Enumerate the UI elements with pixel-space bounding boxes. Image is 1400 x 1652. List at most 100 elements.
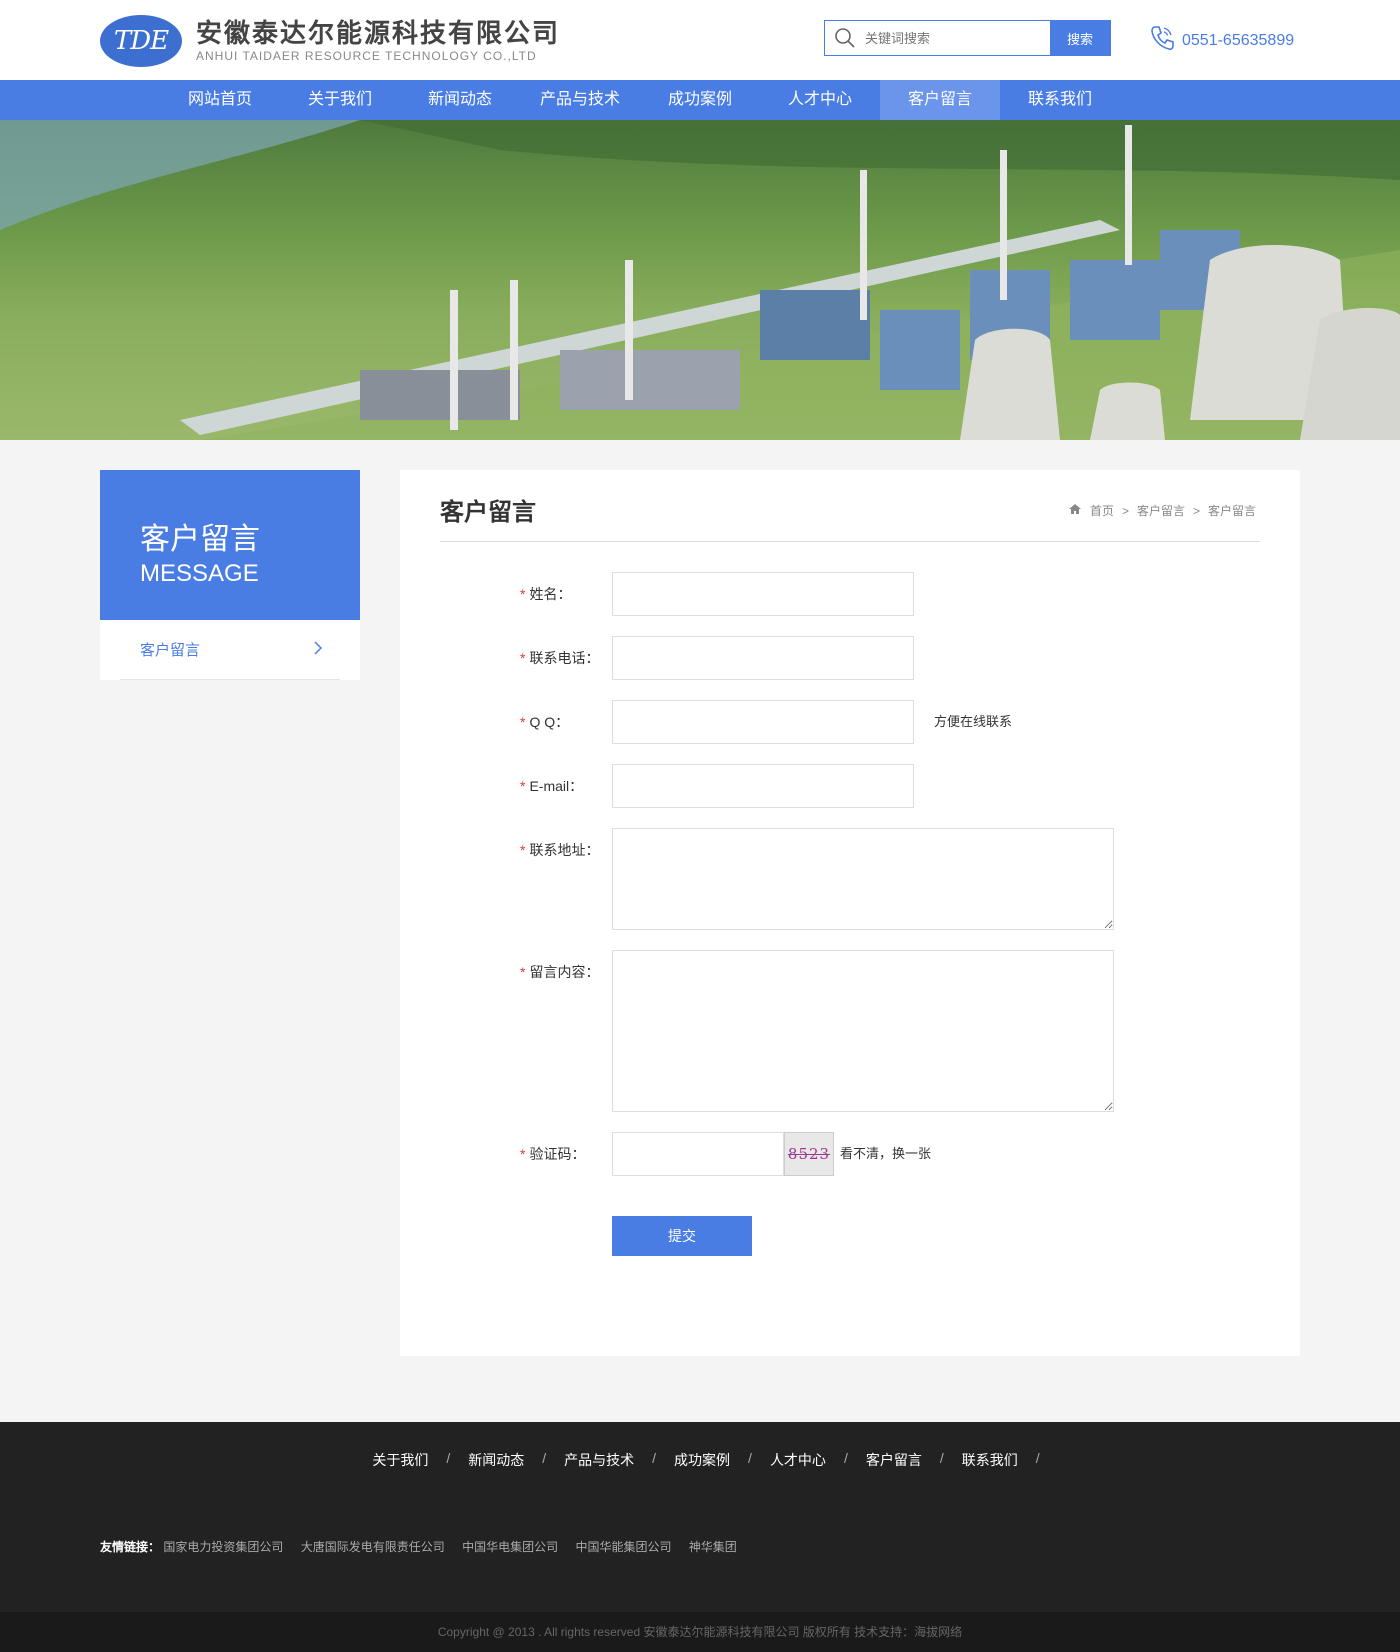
breadcrumb-home[interactable]: 首页 [1090, 502, 1114, 519]
friend-link[interactable]: 国家电力投资集团公司 [163, 1540, 283, 1554]
required-star: * [520, 1146, 526, 1162]
footer-nav: 关于我们 / 新闻动态 / 产品与技术 / 成功案例 / 人才中心 / 客户留言 / 联系我… [0, 1422, 1400, 1470]
sidebar-item-message[interactable]: 客户留言 [120, 620, 340, 680]
friend-link[interactable]: 中国华能集团公司 [575, 1540, 671, 1554]
form-row-address: * 联系地址： [440, 828, 1260, 930]
email-field[interactable] [612, 764, 914, 808]
sidebar: 客户留言 MESSAGE 客户留言 [100, 470, 360, 680]
footer-separator: / [939, 1450, 944, 1466]
phone-label-text: 联系电话： [529, 650, 600, 666]
name-label: * 姓名： [440, 572, 612, 616]
footer-separator: / [542, 1450, 547, 1466]
search-input[interactable] [865, 21, 1050, 55]
qq-hint: 方便在线联系 [934, 714, 1013, 729]
name-label-text: 姓名： [529, 586, 572, 602]
message-field[interactable] [612, 950, 1114, 1112]
captcha-refresh-link[interactable]: 看不清，换一张 [840, 1132, 931, 1176]
submit-button[interactable]: 提交 [612, 1216, 752, 1256]
required-star: * [520, 842, 526, 858]
captcha-image[interactable]: 8523 [784, 1132, 834, 1176]
required-star: * [520, 714, 526, 730]
footer-separator: / [843, 1450, 848, 1466]
logo[interactable]: TDE 安徽泰达尔能源科技有限公司 ANHUI TAIDAER RESOURCE… [100, 15, 560, 67]
content-panel: 客户留言 首页 > 客户留言 > 客户留言 * 姓名： * 联系电话： * Q … [400, 470, 1300, 1356]
breadcrumb-separator: > [1192, 503, 1200, 518]
qq-label-text: Q Q： [529, 714, 570, 730]
nav-item-cases[interactable]: 成功案例 [640, 80, 760, 120]
page-title: 客户留言 [440, 499, 536, 526]
sidebar-header: 客户留言 MESSAGE [100, 470, 360, 620]
footer-link-cases[interactable]: 成功案例 [674, 1450, 730, 1470]
search-button[interactable]: 搜索 [1050, 21, 1110, 55]
name-field[interactable] [612, 572, 914, 616]
friend-link[interactable]: 中国华电集团公司 [462, 1540, 558, 1554]
nav-item-about[interactable]: 关于我们 [280, 80, 400, 120]
breadcrumb: 首页 > 客户留言 > 客户留言 [1064, 502, 1260, 519]
main-nav: 网站首页 关于我们 新闻动态 产品与技术 成功案例 人才中心 客户留言 联系我们 [0, 80, 1400, 120]
sidebar-title: 客户留言 [140, 523, 260, 556]
nav-item-products[interactable]: 产品与技术 [520, 80, 640, 120]
breadcrumb-current[interactable]: 客户留言 [1208, 502, 1256, 519]
search-icon [825, 21, 865, 55]
required-star: * [520, 778, 526, 794]
friend-link[interactable]: 大唐国际发电有限责任公司 [301, 1540, 445, 1554]
email-label-text: E-mail： [529, 778, 584, 794]
qq-label: * Q Q： [440, 700, 612, 744]
nav-item-message[interactable]: 客户留言 [880, 80, 1000, 120]
address-label-text: 联系地址： [529, 842, 600, 858]
footer-link-talent[interactable]: 人才中心 [770, 1450, 826, 1470]
logo-mark: TDE [100, 15, 182, 67]
friend-link[interactable]: 神华集团 [689, 1540, 737, 1554]
sidebar-item-label: 客户留言 [140, 642, 201, 659]
address-label: * 联系地址： [440, 828, 612, 930]
address-field[interactable] [612, 828, 1114, 930]
breadcrumb-section[interactable]: 客户留言 [1137, 502, 1185, 519]
company-name-cn: 安徽泰达尔能源科技有限公司 [196, 18, 561, 48]
form-row-qq: * Q Q： 方便在线联系 [440, 700, 1260, 744]
captcha-label-text: 验证码： [529, 1146, 586, 1162]
form-row-captcha: * 验证码： 8523 看不清，换一张 [440, 1132, 1260, 1176]
required-star: * [520, 650, 526, 666]
banner-image [0, 120, 1400, 440]
search-box: 搜索 [824, 20, 1111, 56]
phone-number: 0551-65635899 [1182, 31, 1295, 49]
nav-item-news[interactable]: 新闻动态 [400, 80, 520, 120]
footer-separator: / [446, 1450, 451, 1466]
footer-link-message[interactable]: 客户留言 [866, 1450, 922, 1470]
form-row-message: * 留言内容： [440, 950, 1260, 1112]
message-label-text: 留言内容： [529, 964, 600, 980]
friend-links-label: 友情链接： [100, 1540, 161, 1554]
phone-contact: 0551-65635899 [1150, 24, 1294, 57]
required-star: * [520, 586, 526, 602]
nav-item-contact[interactable]: 联系我们 [1000, 80, 1120, 120]
footer-separator: / [652, 1450, 657, 1466]
nav-item-home[interactable]: 网站首页 [160, 80, 280, 120]
chevron-right-icon [314, 640, 323, 659]
phone-label: * 联系电话： [440, 636, 612, 680]
content-header: 客户留言 首页 > 客户留言 > 客户留言 [440, 470, 1260, 542]
phone-field[interactable] [612, 636, 914, 680]
email-label: * E-mail： [440, 764, 612, 808]
form-row-name: * 姓名： [440, 572, 1260, 616]
form-row-email: * E-mail： [440, 764, 1260, 808]
sidebar-subtitle: MESSAGE [140, 560, 259, 587]
company-name-en: ANHUI TAIDAER RESOURCE TECHNOLOGY CO.,LT… [196, 49, 537, 63]
site-header: TDE 安徽泰达尔能源科技有限公司 ANHUI TAIDAER RESOURCE… [0, 0, 1400, 80]
required-star: * [520, 964, 526, 980]
breadcrumb-separator: > [1121, 503, 1129, 518]
message-form: * 姓名： * 联系电话： * Q Q： 方便在线联系 * E-mail： * 联系地址： [440, 572, 1260, 1256]
footer-link-products[interactable]: 产品与技术 [564, 1450, 634, 1470]
logo-text: 安徽泰达尔能源科技有限公司 ANHUI TAIDAER RESOURCE TEC… [196, 18, 560, 64]
captcha-label: * 验证码： [440, 1132, 612, 1176]
footer-link-news[interactable]: 新闻动态 [468, 1450, 524, 1470]
nav-item-talent[interactable]: 人才中心 [760, 80, 880, 120]
main-area: 客户留言 MESSAGE 客户留言 客户留言 首页 > 客户留言 > 客户留言 [0, 440, 1400, 1422]
phone-icon [1150, 24, 1182, 57]
footer-link-about[interactable]: 关于我们 [372, 1450, 428, 1470]
qq-field[interactable] [612, 700, 914, 744]
home-icon [1068, 503, 1082, 518]
form-row-phone: * 联系电话： [440, 636, 1260, 680]
footer-link-contact[interactable]: 联系我们 [962, 1450, 1018, 1470]
captcha-field[interactable] [612, 1132, 784, 1176]
site-footer: 关于我们 / 新闻动态 / 产品与技术 / 成功案例 / 人才中心 / 客户留言 / 联系我… [0, 1422, 1400, 1612]
